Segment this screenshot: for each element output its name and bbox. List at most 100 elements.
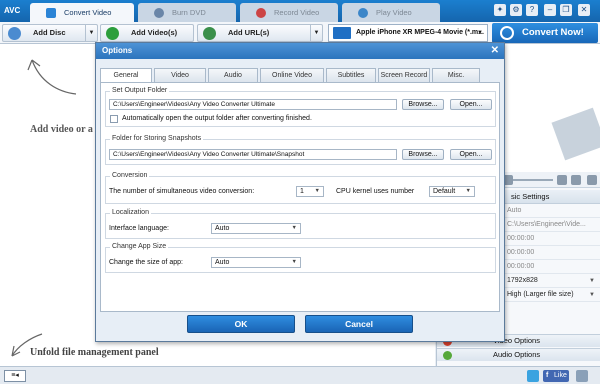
close-icon[interactable]: ✕ [578, 4, 590, 16]
add-urls-label: Add URL(s) [228, 28, 270, 37]
tab-convert-video[interactable]: Convert Video [30, 3, 134, 22]
select-value: Auto [215, 225, 230, 232]
cpu-kernel-select[interactable]: Default ▼ [429, 186, 475, 197]
chevron-down-icon: ▼ [589, 278, 595, 284]
facebook-like-button[interactable]: f Like [543, 370, 569, 382]
app-size-group: Change App Size Change the size of app: … [105, 243, 496, 273]
tab-online-video[interactable]: Online Video [260, 68, 324, 82]
tab-play-video[interactable]: Play Video [342, 3, 440, 22]
output-folder-group: Set Output Folder C:\Users\Engineer\Vide… [105, 87, 496, 127]
panel-toggle-button[interactable]: ≡◂ [4, 370, 26, 382]
restore-icon[interactable]: ❐ [560, 4, 572, 16]
open-button[interactable]: Open... [450, 149, 492, 160]
title-bar: AVC Convert Video Burn DVD Record Video … [0, 0, 600, 22]
dialog-tabs: General Video Audio Online Video Subtitl… [100, 68, 500, 83]
tab-misc[interactable]: Misc. [432, 68, 480, 82]
setting-value: 00:00:00 [507, 263, 535, 270]
open-button[interactable]: Open... [450, 99, 492, 110]
group-title: Change App Size [110, 243, 169, 250]
select-value: 1 [300, 188, 304, 195]
cancel-button[interactable]: Cancel [305, 315, 413, 333]
folder-icon[interactable] [571, 175, 581, 185]
tab-label: Record Video [274, 8, 320, 17]
twitter-icon[interactable] [527, 370, 539, 382]
add-videos-label: Add Video(s) [131, 28, 178, 37]
select-value: Default [433, 188, 456, 195]
convert-now-label: Convert Now! [522, 27, 584, 38]
add-video-hint: Add video or a [30, 124, 93, 135]
minimize-icon[interactable]: – [544, 4, 556, 16]
volume-slider[interactable] [513, 179, 553, 181]
refresh-icon [500, 26, 514, 40]
tab-record-video[interactable]: Record Video [240, 3, 338, 22]
browse-button[interactable]: Browse... [402, 99, 444, 110]
audio-options-icon [443, 351, 452, 360]
dialog-title: Options [102, 46, 133, 55]
browse-button[interactable]: Browse... [402, 149, 444, 160]
setting-value: 00:00:00 [507, 249, 535, 256]
tab-audio[interactable]: Audio [208, 68, 258, 82]
status-bar: ≡◂ f Like [0, 366, 600, 384]
setting-value: High (Larger file size) [507, 291, 574, 298]
audio-options-button[interactable]: Audio Options [437, 348, 600, 361]
add-disc-label: Add Disc [33, 28, 66, 37]
app-size-label: Change the size of app: [109, 259, 183, 266]
convert-now-button[interactable]: Convert Now! [492, 23, 598, 43]
close-icon[interactable]: ✕ [491, 43, 499, 59]
chevron-down-icon: ▼ [314, 188, 320, 194]
auto-open-checkbox[interactable] [110, 115, 118, 123]
arrow-icon [27, 59, 77, 95]
snapshot-folder-field[interactable]: C:\Users\Engineer\Videos\Any Video Conve… [109, 149, 397, 160]
chevron-down-icon[interactable]: ▼ [310, 25, 322, 41]
setting-value: C:\Users\Engineer\Vide... [507, 221, 586, 228]
app-size-select[interactable]: Auto ▼ [211, 257, 301, 268]
tab-burn-dvd[interactable]: Burn DVD [138, 3, 236, 22]
menu-icon[interactable] [576, 370, 588, 382]
tab-screen-record[interactable]: Screen Record [378, 68, 430, 82]
conversion-group: Conversion The number of simultaneous vi… [105, 172, 496, 204]
output-profile-select[interactable]: Apple iPhone XR MPEG-4 Movie (*.m... ▼ [328, 24, 488, 42]
ok-button[interactable]: OK [187, 315, 295, 333]
simultaneous-select[interactable]: 1 ▼ [296, 186, 324, 197]
chevron-down-icon[interactable]: ▼ [85, 25, 97, 41]
setting-value: 00:00:00 [507, 235, 535, 242]
cpu-kernel-label: CPU kernel uses number [336, 188, 415, 195]
add-urls-button[interactable]: Add URL(s) ▼ [197, 24, 323, 42]
language-label: Interface language: [109, 225, 169, 232]
tab-label: Convert Video [64, 8, 112, 17]
fullscreen-icon[interactable] [587, 175, 597, 185]
device-icon [333, 27, 351, 39]
play-icon [358, 8, 368, 18]
general-tab-panel: Set Output Folder C:\Users\Engineer\Vide… [100, 82, 500, 312]
add-video-icon [106, 27, 119, 40]
help-icon[interactable]: ? [526, 4, 538, 16]
unfold-panel-hint: Unfold file management panel [30, 347, 159, 358]
globe-icon [203, 27, 216, 40]
snapshot-folder-group: Folder for Storing Snapshots C:\Users\En… [105, 135, 496, 165]
disc-icon [154, 8, 164, 18]
group-title: Folder for Storing Snapshots [110, 135, 204, 142]
app-logo: AVC [4, 6, 21, 15]
setting-value: 1792x828 [507, 277, 538, 284]
tab-general[interactable]: General [100, 68, 152, 83]
options-dialog: Options ✕ General Video Audio Online Vid… [95, 42, 505, 342]
add-disc-button[interactable]: Add Disc ▼ [2, 24, 98, 42]
language-select[interactable]: Auto ▼ [211, 223, 301, 234]
simultaneous-label: The number of simultaneous video convers… [109, 188, 255, 195]
output-folder-field[interactable]: C:\Users\Engineer\Videos\Any Video Conve… [109, 99, 397, 110]
gift-icon[interactable]: ✦ [494, 4, 506, 16]
facebook-icon: f [546, 372, 549, 379]
convert-video-icon [46, 8, 56, 18]
setting-value: Auto [507, 207, 522, 214]
settings-icon[interactable]: ⚙ [510, 4, 522, 16]
chevron-down-icon: ▼ [291, 259, 297, 265]
snapshot-icon[interactable] [557, 175, 567, 185]
tab-video[interactable]: Video [154, 68, 206, 82]
add-videos-button[interactable]: Add Video(s) [100, 24, 194, 42]
tab-label: Burn DVD [172, 8, 206, 17]
chevron-down-icon: ▼ [589, 292, 595, 298]
group-title: Conversion [110, 172, 150, 179]
select-value: Auto [215, 259, 230, 266]
dialog-title-bar: Options ✕ [96, 43, 504, 59]
tab-subtitles[interactable]: Subtitles [326, 68, 376, 82]
